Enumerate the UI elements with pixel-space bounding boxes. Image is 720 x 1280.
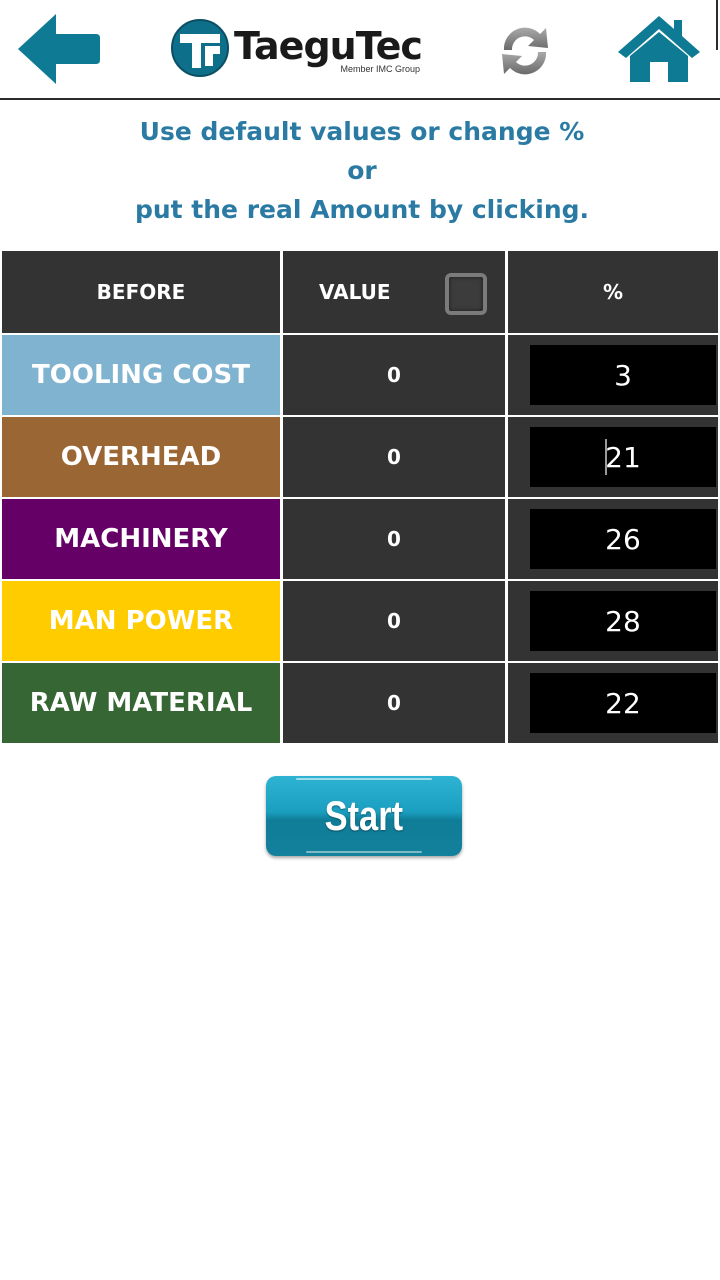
- category-tooling-cost: TOOLING COST: [2, 335, 280, 415]
- instruction-line-1: Use default values or change %: [139, 117, 585, 146]
- percent-cell-machinery: [508, 499, 718, 579]
- header-before: BEFORE: [2, 251, 280, 333]
- logo-name: TaeguTec: [234, 24, 423, 68]
- home-button[interactable]: [616, 12, 702, 86]
- header-percent: %: [508, 251, 718, 333]
- logo-subtitle: Member IMC Group: [340, 64, 420, 74]
- home-icon: [618, 16, 700, 82]
- app-header: TaeguTec Member IMC Group: [0, 0, 720, 100]
- percent-cell-tooling-cost: [508, 335, 718, 415]
- value-mode-checkbox[interactable]: [445, 273, 487, 315]
- company-logo: TaeguTec Member IMC Group: [170, 18, 430, 82]
- start-button-label: Start: [324, 792, 404, 839]
- start-button[interactable]: Start: [266, 776, 462, 856]
- button-shine-bottom: [306, 851, 422, 853]
- back-button[interactable]: [16, 12, 104, 86]
- category-raw-material: RAW MATERIAL: [2, 663, 280, 743]
- percent-cell-man-power: [508, 581, 718, 661]
- arrow-left-icon: [18, 14, 100, 84]
- instructions-text: Use default values or change % or put th…: [0, 112, 720, 229]
- instruction-line-2: or: [347, 156, 377, 185]
- percent-cell-overhead: [508, 417, 718, 497]
- percent-input-overhead[interactable]: [530, 427, 716, 487]
- value-machinery[interactable]: 0: [283, 499, 505, 579]
- instruction-line-3: put the real Amount by clicking.: [134, 195, 590, 224]
- header-value-label: VALUE: [319, 280, 391, 304]
- category-overhead: OVERHEAD: [2, 417, 280, 497]
- category-machinery: MACHINERY: [2, 499, 280, 579]
- percent-input-man-power[interactable]: [530, 591, 716, 651]
- value-raw-material[interactable]: 0: [283, 663, 505, 743]
- cost-table: BEFORE VALUE % TOOLING COST 0 OVERHEAD 0…: [2, 251, 718, 745]
- app-screen: TaeguTec Member IMC Group Use default va…: [0, 0, 720, 1280]
- header-edge: [716, 0, 718, 50]
- category-man-power: MAN POWER: [2, 581, 280, 661]
- header-value: VALUE: [283, 251, 505, 333]
- percent-input-raw-material[interactable]: [530, 673, 716, 733]
- value-overhead[interactable]: 0: [283, 417, 505, 497]
- refresh-button[interactable]: [494, 20, 556, 82]
- value-man-power[interactable]: 0: [283, 581, 505, 661]
- text-cursor: [605, 439, 607, 475]
- value-tooling-cost[interactable]: 0: [283, 335, 505, 415]
- percent-input-tooling-cost[interactable]: [530, 345, 716, 405]
- logo-mark-icon: [171, 19, 229, 77]
- percent-input-machinery[interactable]: [530, 509, 716, 569]
- refresh-icon: [502, 27, 548, 75]
- button-shine-top: [296, 778, 432, 780]
- percent-cell-raw-material: [508, 663, 718, 743]
